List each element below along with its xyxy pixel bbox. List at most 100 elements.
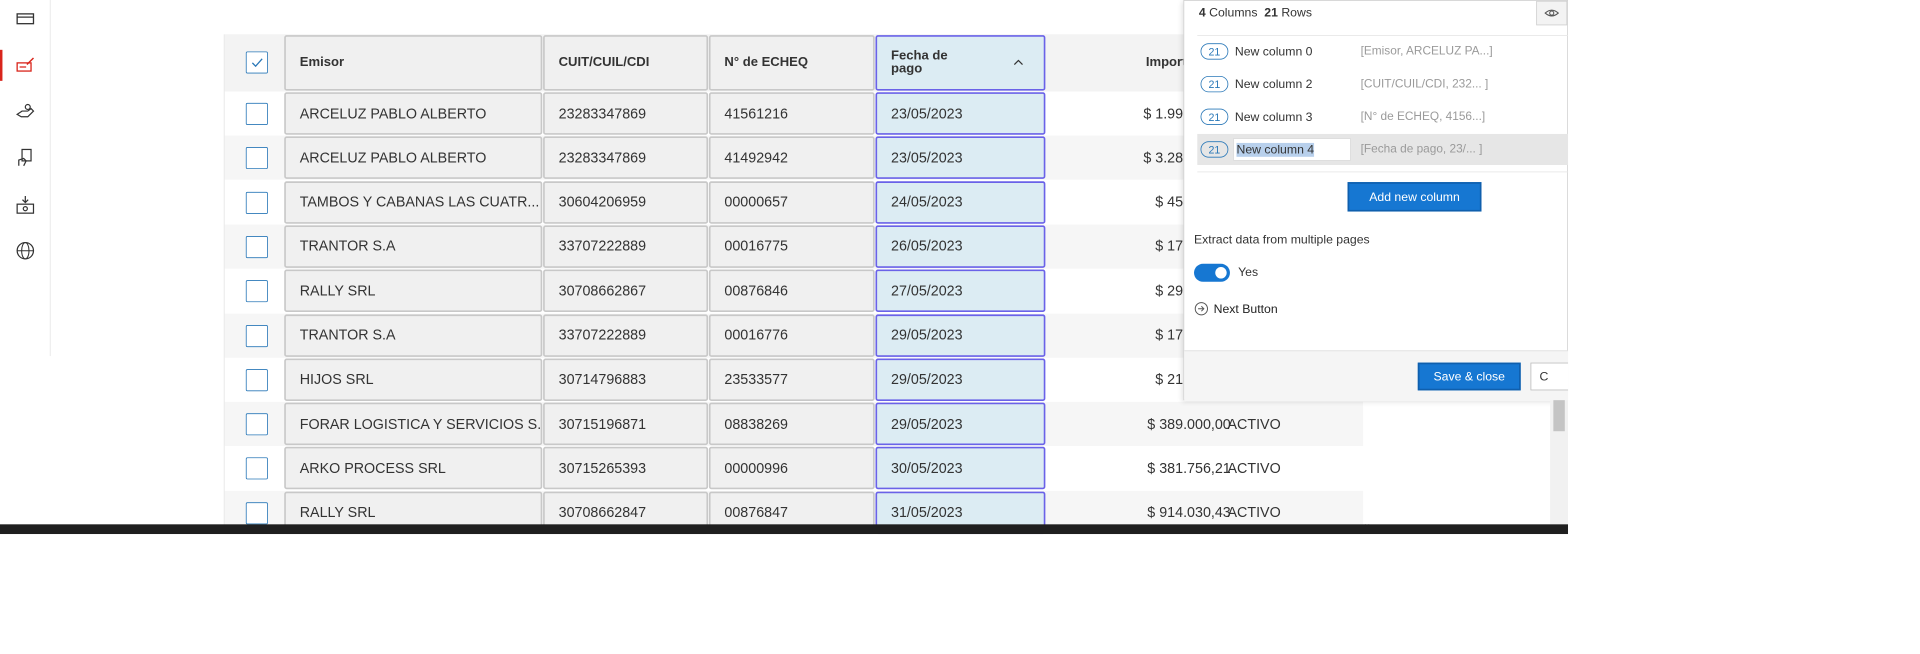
cell-emisor[interactable]: TRANTOR S.A — [284, 314, 543, 357]
column-header-cuit[interactable]: CUIT/CUIL/CDI — [543, 35, 709, 91]
cell-cuit[interactable]: 23283347869 — [543, 92, 709, 135]
cell-fecha-text: 31/05/2023 — [891, 504, 963, 521]
save-close-button[interactable]: Save & close — [1417, 362, 1521, 391]
row-checkbox[interactable] — [245, 413, 268, 436]
rail-item-echeq[interactable] — [0, 47, 51, 85]
globe-icon — [16, 241, 35, 260]
row-checkbox[interactable] — [245, 457, 268, 480]
rail-item-cards[interactable] — [0, 0, 51, 38]
column-list: 21 New column 0 [Emisor, ARCELUZ PA...] … — [1197, 35, 1569, 173]
cell-fecha[interactable]: 23/05/2023 — [875, 136, 1046, 180]
column-name-input-value: New column 4 — [1236, 142, 1315, 157]
next-button-selector[interactable]: Next Button — [1194, 301, 1278, 316]
cell-numero[interactable]: 00016775 — [708, 225, 875, 268]
add-new-column-button[interactable]: Add new column — [1347, 182, 1482, 212]
cell-cuit[interactable]: 30715196871 — [543, 402, 709, 446]
cell-fecha[interactable]: 24/05/2023 — [875, 180, 1046, 224]
column-name: New column 0 — [1234, 44, 1313, 59]
rail-item-web[interactable] — [0, 232, 51, 270]
column-header-emisor[interactable]: Emisor — [284, 35, 543, 91]
rail-item-documents[interactable] — [0, 139, 51, 177]
cell-fecha-text: 30/05/2023 — [891, 459, 963, 477]
cell-fecha[interactable]: 29/05/2023 — [875, 402, 1046, 446]
cell-emisor[interactable]: RALLY SRL — [284, 269, 543, 313]
cell-fecha[interactable]: 29/05/2023 — [875, 358, 1046, 401]
cell-cuit[interactable]: 30714796883 — [543, 358, 709, 401]
cell-numero[interactable]: 41561216 — [708, 92, 875, 135]
cell-cuit[interactable]: 33707222889 — [543, 225, 709, 268]
cell-cuit-text: 30604206959 — [558, 193, 647, 210]
cell-emisor[interactable]: ARCELUZ PABLO ALBERTO — [284, 92, 543, 135]
cell-emisor[interactable]: TAMBOS Y CABANAS LAS CUATR... — [284, 180, 543, 224]
select-all-checkbox[interactable] — [245, 51, 268, 74]
cell-emisor-text: HIJOS SRL — [299, 371, 374, 388]
column-name: New column 2 — [1234, 77, 1313, 92]
row-checkbox[interactable] — [245, 280, 268, 303]
column-list-item[interactable]: 21 New column 3 [N° de ECHEQ, 4156...] — [1197, 101, 1568, 132]
column-header-numero[interactable]: N° de ECHEQ — [708, 35, 875, 91]
column-list-item[interactable]: 21 New column 2 [CUIT/CUIL/CDI, 232... ] — [1197, 69, 1568, 100]
row-checkbox[interactable] — [245, 102, 268, 125]
cell-numero-text: 00016776 — [724, 326, 789, 344]
cell-fecha-text: 29/05/2023 — [891, 371, 963, 388]
cell-emisor[interactable]: ARCELUZ PABLO ALBERTO — [284, 136, 543, 180]
vertical-scrollbar[interactable] — [1550, 400, 1569, 525]
cell-cuit[interactable]: 23283347869 — [543, 136, 709, 180]
column-count-badge: 21 — [1200, 108, 1229, 125]
cell-cuit[interactable]: 30708662867 — [543, 269, 709, 313]
table-row[interactable]: ARKO PROCESS SRL 30715265393 00000996 30/05… — [225, 446, 1363, 490]
row-checkbox[interactable] — [245, 235, 268, 258]
cell-numero-text: 00000657 — [724, 193, 789, 210]
cell-cuit[interactable]: 30715265393 — [543, 447, 709, 490]
cell-emisor[interactable]: TRANTOR S.A — [284, 225, 543, 268]
cell-numero-text: 08838269 — [724, 415, 789, 432]
column-header-fecha[interactable]: Fecha de pago — [875, 35, 1046, 91]
cell-numero[interactable]: 00000657 — [708, 180, 875, 224]
cell-numero[interactable]: 00876846 — [708, 269, 875, 313]
cell-fecha-text: 26/05/2023 — [891, 237, 963, 255]
cell-fecha[interactable]: 26/05/2023 — [875, 225, 1046, 268]
cell-fecha[interactable]: 23/05/2023 — [875, 92, 1046, 135]
preview-button[interactable] — [1536, 0, 1568, 26]
rail-item-transfer[interactable] — [0, 93, 51, 131]
column-preview: [Emisor, ARCELUZ PA...] — [1360, 44, 1493, 58]
cell-estado: ACTIVO — [1227, 415, 1281, 432]
next-button-label: Next Button — [1213, 301, 1278, 316]
column-preview: [CUIT/CUIL/CDI, 232... ] — [1360, 77, 1489, 91]
scrollbar-thumb[interactable] — [1553, 400, 1565, 432]
cell-numero[interactable]: 00000996 — [708, 447, 875, 490]
column-list-item[interactable]: 21 New column 0 [Emisor, ARCELUZ PA...] — [1197, 36, 1568, 67]
cell-importe: $ 389.000,00 — [1147, 415, 1231, 432]
cell-fecha[interactable]: 27/05/2023 — [875, 269, 1046, 313]
cell-emisor[interactable]: FORAR LOGISTICA Y SERVICIOS S... — [284, 402, 543, 446]
cell-numero[interactable]: 41492942 — [708, 136, 875, 180]
rows-count: 21 — [1264, 5, 1278, 20]
column-list-item-selected[interactable]: 21 New column 4 [Fecha de pago, 23/... ] — [1197, 133, 1569, 165]
cell-emisor[interactable]: HIJOS SRL — [284, 358, 543, 401]
cell-fecha[interactable]: 30/05/2023 — [875, 447, 1046, 490]
row-checkbox[interactable] — [245, 147, 268, 170]
row-checkbox[interactable] — [245, 191, 268, 214]
cell-fecha[interactable]: 29/05/2023 — [875, 314, 1046, 357]
row-checkbox[interactable] — [245, 502, 268, 525]
column-header-emisor-label: Emisor — [299, 55, 345, 70]
cell-importe: $ 381.756,21 — [1147, 459, 1231, 477]
cancel-button[interactable]: C — [1530, 362, 1569, 391]
rail-item-deposit[interactable] — [0, 186, 51, 224]
row-checkbox[interactable] — [245, 368, 268, 392]
cell-cuit-text: 30708662847 — [558, 504, 647, 521]
cell-cuit[interactable]: 30604206959 — [543, 180, 709, 224]
cell-cuit[interactable]: 33707222889 — [543, 314, 709, 357]
column-preview: [Fecha de pago, 23/... ] — [1360, 142, 1483, 156]
column-header-numero-label: N° de ECHEQ — [724, 55, 809, 70]
cell-numero[interactable]: 00016776 — [708, 314, 875, 357]
cell-numero[interactable]: 23533577 — [708, 358, 875, 401]
column-name-input[interactable]: New column 4 — [1233, 138, 1351, 161]
table-row[interactable]: FORAR LOGISTICA Y SERVICIOS S... 30715196… — [224, 401, 1364, 446]
extract-multiple-pages-toggle[interactable] — [1194, 263, 1230, 282]
row-checkbox[interactable] — [245, 324, 268, 347]
cell-fecha-text: 23/05/2023 — [891, 149, 963, 166]
money-download-icon — [16, 196, 35, 214]
cell-numero[interactable]: 08838269 — [708, 402, 875, 446]
cell-emisor[interactable]: ARKO PROCESS SRL — [284, 447, 543, 490]
